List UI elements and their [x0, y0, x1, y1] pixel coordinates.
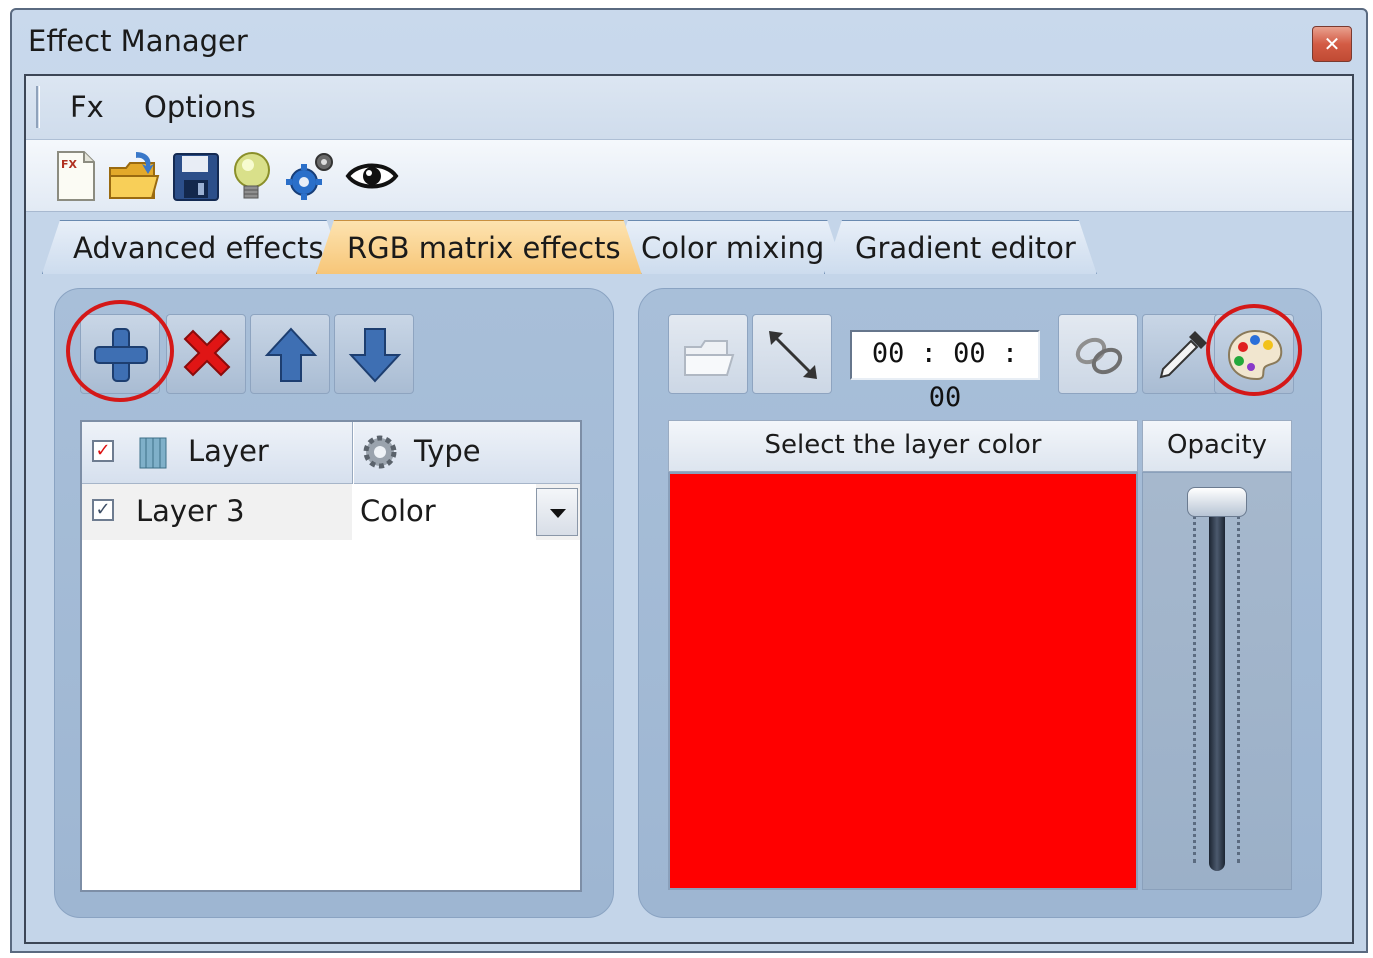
grid-header: ✓ Layer Type — [82, 422, 580, 484]
delete-layer-button[interactable] — [166, 314, 246, 394]
link-button[interactable] — [1058, 314, 1138, 394]
move-layer-up-button[interactable] — [250, 314, 330, 394]
opacity-column-header: Opacity — [1142, 420, 1292, 472]
open-folder-icon[interactable] — [106, 148, 162, 204]
tab-advanced-effects[interactable]: Advanced effects — [42, 220, 345, 274]
preview-eye-icon[interactable] — [344, 148, 400, 204]
folder-outline-icon — [684, 340, 735, 376]
select-all-checkbox[interactable]: ✓ — [92, 440, 114, 462]
settings-gears-icon[interactable] — [282, 148, 338, 204]
tab-color-mixing[interactable]: Color mixing — [610, 220, 845, 274]
palette-highlight — [1206, 304, 1302, 396]
open-color-file-button[interactable] — [668, 314, 748, 394]
chain-link-icon — [1075, 337, 1123, 375]
title-bar[interactable]: Effect Manager ✕ — [12, 10, 1366, 72]
delete-layer-icon — [183, 329, 231, 377]
resize-button[interactable] — [752, 314, 832, 394]
new-effect-icon[interactable]: FX — [48, 148, 104, 204]
close-icon: ✕ — [1323, 32, 1341, 56]
diagonal-arrow-icon — [769, 331, 817, 379]
save-icon[interactable] — [168, 148, 224, 204]
column-separator[interactable] — [352, 422, 354, 484]
move-down-icon — [348, 328, 402, 383]
move-up-icon — [264, 327, 318, 382]
layer-color-swatch[interactable] — [668, 472, 1138, 890]
tab-gradient-editor[interactable]: Gradient editor — [824, 220, 1097, 274]
tab-strip: Advanced effects RGB matrix effects Colo… — [26, 212, 1352, 274]
color-column-header: Select the layer color — [668, 420, 1138, 472]
menu-fx[interactable]: Fx — [70, 90, 104, 124]
layer-visible-checkbox[interactable]: ✓ — [92, 499, 114, 521]
slider-track — [1209, 495, 1225, 871]
layers-stack-icon — [139, 437, 167, 469]
menu-grip[interactable] — [36, 86, 40, 128]
slider-ticks-right — [1237, 503, 1241, 863]
lightbulb-icon[interactable] — [224, 148, 280, 204]
type-select-value: Color — [360, 494, 436, 528]
column-header-layer[interactable]: Layer — [188, 434, 269, 468]
add-layer-highlight — [66, 300, 174, 402]
tab-rgb-matrix-effects[interactable]: RGB matrix effects — [316, 220, 642, 274]
layers-grid: ✓ Layer Type ✓ Layer 3 Color — [80, 420, 582, 892]
close-button[interactable]: ✕ — [1312, 26, 1352, 62]
toolbar: FX — [26, 140, 1352, 212]
time-display[interactable]: 00 : 00 : 00 — [850, 330, 1040, 413]
opacity-slider[interactable] — [1142, 472, 1292, 890]
menu-options[interactable]: Options — [144, 90, 256, 124]
move-layer-down-button[interactable] — [334, 314, 414, 394]
svg-text:FX: FX — [61, 158, 78, 171]
window-title: Effect Manager — [28, 24, 248, 58]
type-select[interactable]: Color — [352, 484, 536, 540]
menu-bar: Fx Options — [26, 76, 1352, 140]
type-dropdown-button[interactable] — [536, 488, 578, 536]
type-gear-icon — [363, 435, 397, 469]
table-row[interactable]: ✓ Layer 3 Color — [82, 484, 580, 540]
slider-thumb[interactable] — [1187, 487, 1247, 517]
layer-name-cell: Layer 3 — [136, 494, 245, 528]
column-header-type[interactable]: Type — [414, 434, 481, 468]
slider-ticks-left — [1193, 503, 1197, 863]
